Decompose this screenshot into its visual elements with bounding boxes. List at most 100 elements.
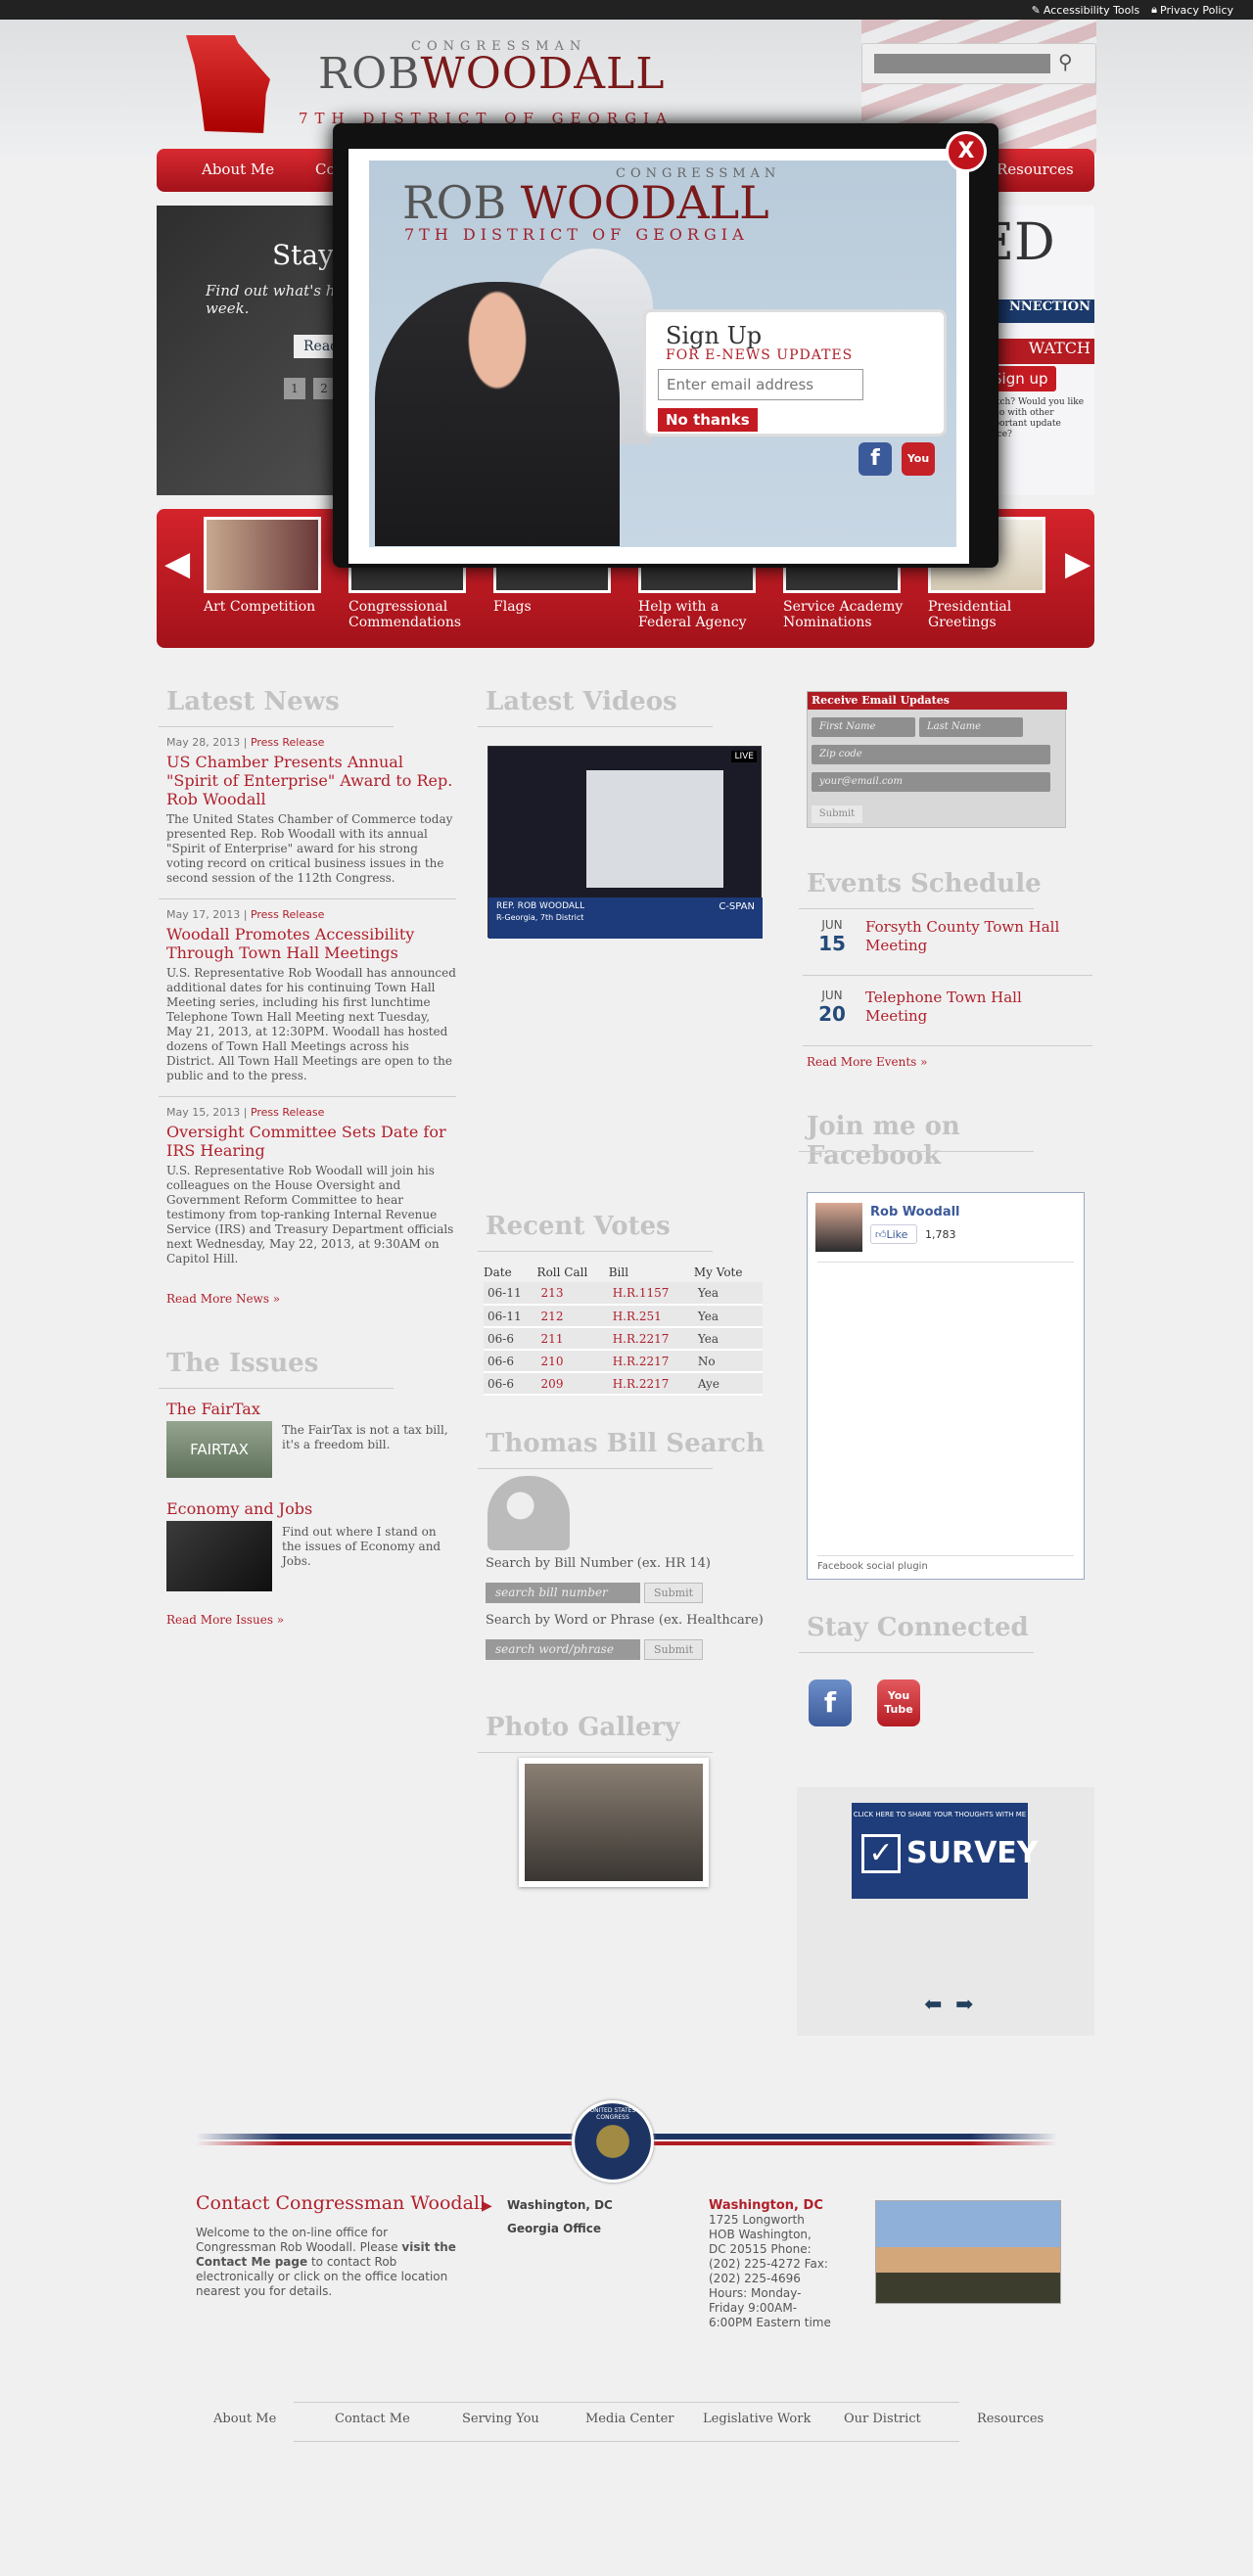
facebook-icon[interactable]: f xyxy=(859,442,892,476)
read-more-issues-link[interactable]: Read More Issues » xyxy=(166,1613,284,1627)
vote-bill[interactable]: H.R.2217 xyxy=(608,1350,694,1373)
read-more-events-link[interactable]: Read More Events » xyxy=(807,1055,927,1069)
footer-nav-item[interactable]: Resources xyxy=(977,2412,1044,2426)
vote-bill[interactable]: H.R.1157 xyxy=(608,1282,694,1306)
news-meta: May 15, 2013 | Press Release xyxy=(166,1106,325,1119)
search-input[interactable] xyxy=(874,54,1050,73)
facebook-like-button[interactable]: 👍︎Like xyxy=(870,1224,917,1244)
email-updates-widget: Receive Email Updates First Name Last Na… xyxy=(807,691,1067,828)
news-meta: May 17, 2013 | Press Release xyxy=(166,908,325,921)
privacy-link[interactable]: 🔒︎ Privacy Policy xyxy=(1151,3,1233,17)
no-thanks-button[interactable]: No thanks xyxy=(658,408,758,432)
footer-nav-item[interactable]: Serving You xyxy=(462,2412,539,2426)
last-name-field[interactable]: Last Name xyxy=(919,717,1023,737)
location-washington[interactable]: Washington, DC xyxy=(507,2198,613,2212)
news-title[interactable]: US Chamber Presents Annual "Spirit of En… xyxy=(166,753,456,808)
avatar[interactable] xyxy=(815,1203,862,1252)
news-meta: May 28, 2013 | Press Release xyxy=(166,736,325,749)
news-date: May 28, 2013 xyxy=(166,736,241,749)
news-title[interactable]: Oversight Committee Sets Date for IRS He… xyxy=(166,1123,456,1160)
contact-heading[interactable]: Contact Congressman Woodall xyxy=(196,2192,486,2214)
modal-district: 7TH DISTRICT OF GEORGIA xyxy=(404,225,749,244)
gallery-photo[interactable] xyxy=(519,1758,709,1887)
news-desc: U.S. Representative Rob Woodall will joi… xyxy=(166,1164,454,1265)
facebook-icon[interactable]: f xyxy=(809,1679,852,1726)
signup-email-input[interactable] xyxy=(658,369,863,400)
vote-bill[interactable]: H.R.251 xyxy=(608,1305,694,1328)
issue-title[interactable]: The FairTax xyxy=(166,1400,260,1418)
news-item: May 17, 2013 | Press Release Woodall Pro… xyxy=(166,908,456,1083)
news-type[interactable]: Press Release xyxy=(251,1106,324,1119)
facebook-like-count: 1,783 xyxy=(925,1228,956,1241)
first-name-field[interactable]: First Name xyxy=(812,717,915,737)
carousel-item[interactable]: Art Competition xyxy=(204,517,341,615)
video-player[interactable]: LIVE REP. ROB WOODALL R-Georgia, 7th Dis… xyxy=(487,746,763,939)
issue-title[interactable]: Economy and Jobs xyxy=(166,1499,312,1518)
event-title[interactable]: Forsyth County Town Hall Meeting xyxy=(865,918,1081,955)
vote-roll-call[interactable]: 209 xyxy=(536,1372,609,1396)
bill-number-input[interactable]: search bill number xyxy=(486,1583,640,1603)
stay-connected-heading: Stay Connected xyxy=(799,1613,1034,1653)
carousel-next-icon[interactable]: ▶ xyxy=(1065,544,1091,583)
modal-close-button[interactable]: X xyxy=(946,131,987,172)
vote-roll-call[interactable]: 212 xyxy=(536,1305,609,1328)
carousel-label: Congressional Commendations xyxy=(348,599,462,630)
news-title[interactable]: Woodall Promotes Accessibility Through T… xyxy=(166,925,456,962)
email-field[interactable]: your@email.com xyxy=(812,772,1050,792)
video-lower-third: REP. ROB WOODALL R-Georgia, 7th District… xyxy=(488,897,763,939)
table-row: 06-11 212 H.R.251 Yea xyxy=(484,1305,763,1328)
congressman-photo xyxy=(375,282,620,546)
facebook-like-box: Rob Woodall 👍︎Like 1,783 Facebook social… xyxy=(807,1192,1085,1580)
vote-value: Yea xyxy=(693,1327,763,1351)
arrow-right-icon[interactable]: ➡ xyxy=(955,1993,973,2017)
vote-bill[interactable]: H.R.2217 xyxy=(608,1372,694,1396)
table-row: 06-6 210 H.R.2217 No xyxy=(484,1350,763,1373)
footer-nav-item[interactable]: Media Center xyxy=(585,2412,674,2426)
utility-links: ✎ Accessibility Tools 🔒︎ Privacy Policy xyxy=(1032,3,1233,17)
search-icon[interactable]: ⚲ xyxy=(1058,50,1073,73)
slide-page-2[interactable]: 2 xyxy=(313,378,335,399)
carousel-label: Art Competition xyxy=(204,599,316,615)
survey-banner[interactable]: CLICK HERE TO SHARE YOUR THOUGHTS WITH M… xyxy=(852,1803,1039,1899)
news-type[interactable]: Press Release xyxy=(251,736,324,749)
logo-name[interactable]: ROBWOODALL xyxy=(318,49,665,99)
footer-nav-item[interactable]: Our District xyxy=(844,2412,921,2426)
footer-nav-item[interactable]: Legislative Work xyxy=(703,2412,811,2426)
latest-videos-heading: Latest Videos xyxy=(478,687,713,727)
news-item: May 15, 2013 | Press Release Oversight C… xyxy=(166,1106,456,1266)
youtube-icon[interactable]: You xyxy=(902,442,935,476)
vote-roll-call[interactable]: 211 xyxy=(536,1327,609,1351)
video-caption-name: REP. ROB WOODALL xyxy=(496,901,585,911)
live-badge: LIVE xyxy=(731,751,757,762)
vote-roll-call[interactable]: 213 xyxy=(536,1282,609,1306)
bill-number-submit[interactable]: Submit xyxy=(644,1583,703,1603)
latest-news-heading: Latest News xyxy=(159,687,394,727)
zip-field[interactable]: Zip code xyxy=(812,745,1050,764)
facebook-page-name[interactable]: Rob Woodall xyxy=(870,1205,960,1219)
vote-roll-call[interactable]: 210 xyxy=(536,1350,609,1373)
footer-nav-item[interactable]: About Me xyxy=(213,2412,276,2426)
nav-resources[interactable]: Resources xyxy=(997,161,1074,178)
youtube-icon[interactable]: You Tube xyxy=(877,1679,920,1726)
fairtax-thumbnail[interactable]: FAIRTAX xyxy=(166,1421,272,1478)
carousel-label: Flags xyxy=(493,599,532,615)
event-title[interactable]: Telephone Town Hall Meeting xyxy=(865,989,1081,1026)
vote-bill[interactable]: H.R.2217 xyxy=(608,1327,694,1351)
carousel-prev-icon[interactable]: ◀ xyxy=(164,544,190,583)
logo-last-name: WOODALL xyxy=(420,49,666,99)
photo-gallery-heading: Photo Gallery xyxy=(477,1713,714,1753)
news-type[interactable]: Press Release xyxy=(251,908,324,921)
carousel-label: Service Academy Nominations xyxy=(783,599,904,630)
word-phrase-input[interactable]: search word/phrase xyxy=(486,1639,640,1660)
nav-about-me[interactable]: About Me xyxy=(202,161,274,178)
word-phrase-submit[interactable]: Submit xyxy=(644,1639,703,1660)
slide-page-1[interactable]: 1 xyxy=(284,378,305,399)
divider xyxy=(159,1096,456,1097)
location-georgia[interactable]: Georgia Office xyxy=(507,2222,601,2235)
economy-thumbnail[interactable] xyxy=(166,1521,272,1591)
footer-nav-item[interactable]: Contact Me xyxy=(335,2412,410,2426)
read-more-news-link[interactable]: Read More News » xyxy=(166,1292,280,1306)
email-submit-button[interactable]: Submit xyxy=(812,805,862,823)
arrow-left-icon[interactable]: ⬅ xyxy=(924,1993,942,2017)
accessibility-link[interactable]: ✎ Accessibility Tools xyxy=(1032,3,1140,17)
